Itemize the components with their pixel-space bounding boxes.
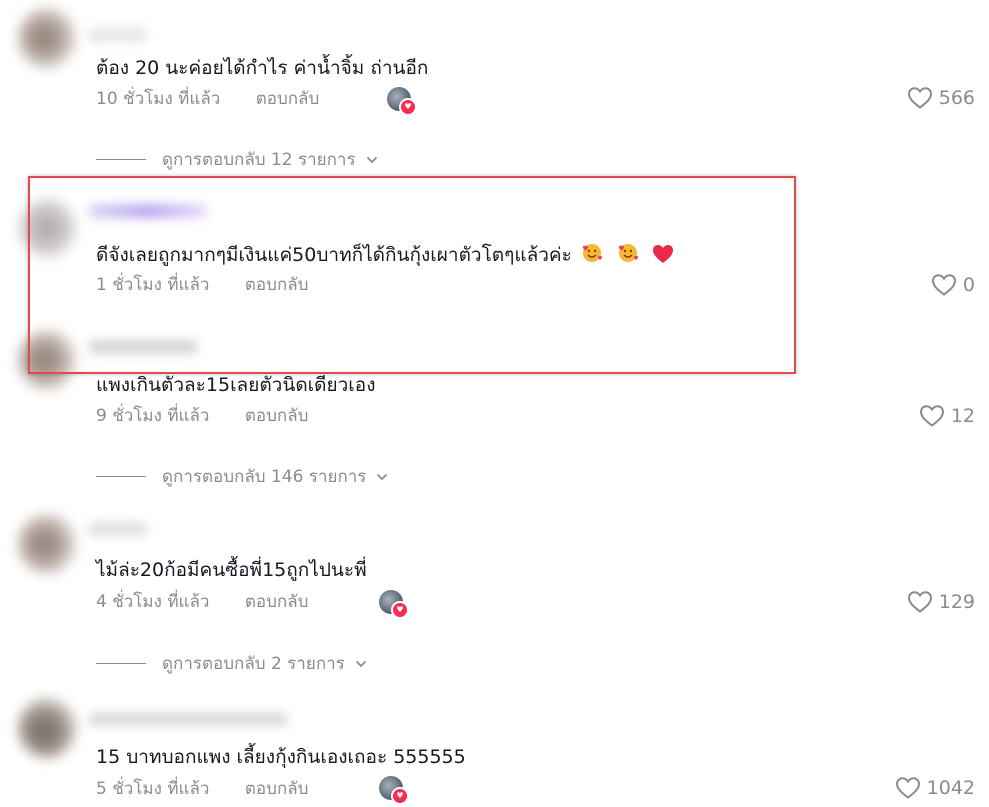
divider-line [96, 159, 146, 160]
reply-button[interactable]: ตอบกลับ [245, 592, 309, 612]
avatar[interactable] [18, 8, 76, 68]
username-blurred[interactable] [88, 522, 148, 536]
comment-time: 10 ชั่วโมง ที่แล้ว [96, 89, 221, 109]
comment-text: ดีจังเลยถูกมากๆมีเงินแค่50บาทก็ได้กินกุ้… [96, 242, 674, 270]
comment-meta: 10 ชั่วโมง ที่แล้ว ตอบกลับ [96, 88, 319, 110]
heart-outline-icon [907, 87, 932, 109]
reply-button[interactable]: ตอบกลับ [245, 406, 309, 426]
chevron-down-icon [366, 156, 377, 163]
like-button[interactable]: 12 [919, 404, 975, 428]
like-count: 129 [938, 591, 975, 613]
like-button[interactable]: 0 [931, 273, 975, 297]
like-button[interactable]: 129 [907, 590, 975, 614]
creator-liked-avatar: ♥ [379, 590, 409, 619]
heart-outline-icon [907, 591, 932, 613]
comment-time: 9 ชั่วโมง ที่แล้ว [96, 406, 210, 426]
comment-meta: 1 ชั่วโมง ที่แล้ว ตอบกลับ [96, 274, 308, 296]
comment-text: ไม้ล่ะ20ก้อมีคนซื้อพี่15ถูกไปนะพี่ [96, 559, 367, 581]
comment-time: 4 ชั่วโมง ที่แล้ว [96, 592, 210, 612]
heart-badge-icon: ♥ [399, 98, 417, 116]
view-replies-label: ดูการตอบกลับ 2 รายการ [162, 654, 345, 674]
username-blurred[interactable] [88, 340, 198, 354]
heart-outline-icon [919, 405, 944, 427]
divider-line [96, 663, 146, 664]
comment-text: ต้อง 20 นะค่อยได้กำไร ค่าน้ำจิ้ม ถ่านอีก [96, 57, 429, 79]
like-count: 566 [938, 87, 975, 109]
comment-text: 15 บาทบอกแพง เลี้ยงกุ้งกินเองเถอะ 555555 [96, 746, 466, 768]
reply-button[interactable]: ตอบกลับ [256, 89, 320, 109]
chevron-down-icon [355, 660, 366, 667]
smiling-face-with-hearts-icon [580, 242, 604, 270]
avatar[interactable] [18, 698, 76, 758]
heart-outline-icon [895, 777, 920, 799]
like-count: 12 [950, 405, 975, 427]
heart-outline-icon [931, 274, 956, 296]
like-button[interactable]: 566 [907, 86, 975, 110]
chevron-down-icon [377, 473, 388, 480]
view-replies-label: ดูการตอบกลับ 12 รายการ [162, 150, 356, 170]
comment-meta: 5 ชั่วโมง ที่แล้ว ตอบกลับ [96, 778, 308, 800]
creator-liked-avatar: ♥ [387, 87, 417, 116]
username-blurred[interactable] [88, 712, 288, 726]
comment-meta: 9 ชั่วโมง ที่แล้ว ตอบกลับ [96, 405, 308, 427]
creator-liked-avatar: ♥ [379, 776, 409, 805]
comment-time: 5 ชั่วโมง ที่แล้ว [96, 779, 210, 799]
view-replies-button[interactable]: ดูการตอบกลับ 2 รายการ [96, 650, 367, 677]
divider-line [96, 476, 146, 477]
reply-button[interactable]: ตอบกลับ [245, 275, 309, 295]
comment-text-content: ดีจังเลยถูกมากๆมีเงินแค่50บาทก็ได้กินกุ้… [96, 244, 572, 266]
red-heart-icon [652, 244, 674, 270]
like-count: 0 [962, 274, 975, 296]
comment-text: แพงเกินตัวละ15เลยตัวนิดเดียวเอง [96, 374, 376, 396]
smiling-face-with-hearts-icon [616, 242, 640, 270]
heart-badge-icon: ♥ [391, 601, 409, 619]
heart-badge-icon: ♥ [391, 787, 409, 805]
view-replies-button[interactable]: ดูการตอบกลับ 12 รายการ [96, 146, 378, 173]
avatar[interactable] [18, 330, 76, 390]
like-button[interactable]: 1042 [895, 776, 975, 800]
username-blurred[interactable] [88, 28, 148, 42]
comment-time: 1 ชั่วโมง ที่แล้ว [96, 275, 210, 295]
avatar[interactable] [18, 514, 76, 574]
username-blurred[interactable] [88, 204, 208, 218]
comment-meta: 4 ชั่วโมง ที่แล้ว ตอบกลับ [96, 591, 308, 613]
view-replies-button[interactable]: ดูการตอบกลับ 146 รายการ [96, 463, 388, 490]
reply-button[interactable]: ตอบกลับ [245, 779, 309, 799]
like-count: 1042 [926, 777, 975, 799]
view-replies-label: ดูการตอบกลับ 146 รายการ [162, 467, 367, 487]
avatar[interactable] [18, 198, 76, 258]
